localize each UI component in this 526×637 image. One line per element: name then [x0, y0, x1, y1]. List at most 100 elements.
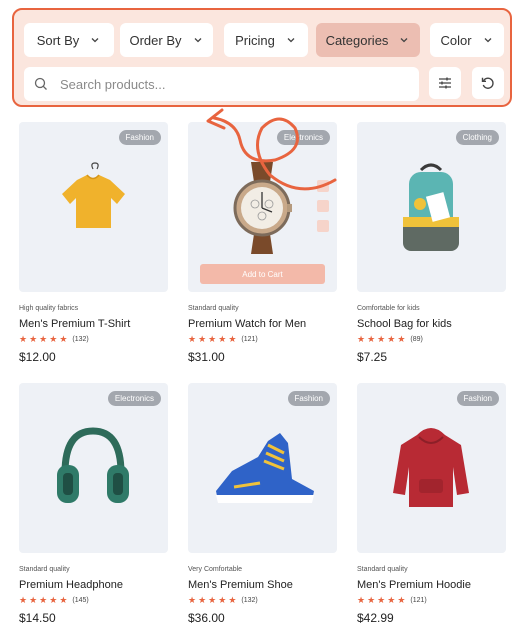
product-name[interactable]: Premium Headphone	[19, 579, 168, 591]
star-icon: ★	[59, 334, 68, 344]
star-icon: ★	[357, 595, 366, 605]
category-badge: Electronics	[107, 391, 161, 406]
product-image[interactable]: Clothing	[357, 122, 506, 292]
hoodie-image	[393, 428, 469, 507]
product-image[interactable]: Electronics	[19, 383, 168, 553]
star-icon: ★	[218, 334, 227, 344]
filter-panel: Sort By Order By Pricing Categories Colo…	[12, 8, 512, 107]
star-icon: ★	[19, 595, 28, 605]
product-rating: ★ ★ ★ ★ ★ (145)	[19, 596, 168, 605]
sort-by-dropdown[interactable]: Sort By	[24, 23, 114, 57]
category-badge: Fashion	[287, 391, 330, 406]
product-name[interactable]: Premium Watch for Men	[188, 318, 337, 330]
star-icon: ★	[387, 334, 396, 344]
star-icon: ★	[49, 595, 58, 605]
star-icon: ★	[59, 595, 68, 605]
product-rating: ★ ★ ★ ★ ★ (121)	[188, 335, 337, 344]
product-price: $31.00	[188, 350, 225, 364]
category-badge: Fashion	[456, 391, 499, 406]
product-subtitle: Standard quality	[357, 566, 408, 573]
star-icon: ★	[387, 595, 396, 605]
product-price: $36.00	[188, 611, 225, 625]
star-icon: ★	[367, 334, 376, 344]
star-icon: ★	[377, 334, 386, 344]
shoe-image	[216, 433, 314, 503]
review-count: (121)	[241, 336, 258, 343]
product-image[interactable]: Fashion	[188, 383, 337, 553]
product-rating: ★ ★ ★ ★ ★ (132)	[188, 596, 337, 605]
product-image[interactable]: Fashion	[357, 383, 506, 553]
categories-label: Categories	[325, 32, 389, 48]
star-icon: ★	[39, 595, 48, 605]
quick-actions	[317, 180, 329, 232]
star-icon: ★	[228, 334, 237, 344]
product-price: $14.50	[19, 611, 56, 625]
tshirt-image	[62, 162, 125, 228]
product-price: $42.99	[357, 611, 394, 625]
color-dropdown[interactable]: Color	[430, 23, 504, 57]
pricing-dropdown[interactable]: Pricing	[224, 23, 308, 57]
product-card[interactable]: Clothing Comfortable for kids School Bag…	[357, 122, 506, 364]
sort-by-label: Sort By	[36, 32, 80, 48]
wishlist-icon[interactable]	[317, 180, 329, 192]
product-card[interactable]: Electronics Standard quality Premium Hea…	[19, 383, 168, 625]
chevron-down-icon	[400, 38, 408, 43]
product-card[interactable]: Fashion Standard quality Men's Premium H…	[357, 383, 506, 625]
star-icon: ★	[39, 334, 48, 344]
sliders-icon	[439, 77, 451, 89]
product-subtitle: Standard quality	[188, 305, 239, 312]
star-icon: ★	[377, 595, 386, 605]
product-card[interactable]: Fashion High quality fabrics Men's Premi…	[19, 122, 168, 364]
compare-icon[interactable]	[317, 200, 329, 212]
product-card[interactable]: Electronics Add to Cart Standard quality…	[188, 122, 337, 364]
product-price: $12.00	[19, 350, 56, 364]
product-card[interactable]: Fashion Very Comfortable Men's Premium S…	[188, 383, 337, 625]
star-icon: ★	[397, 334, 406, 344]
star-icon: ★	[19, 334, 28, 344]
star-icon: ★	[228, 595, 237, 605]
category-badge: Fashion	[118, 130, 161, 145]
product-name[interactable]: Men's Premium T-Shirt	[19, 318, 168, 330]
star-icon: ★	[29, 595, 38, 605]
product-subtitle: High quality fabrics	[19, 305, 79, 312]
backpack-image	[403, 163, 459, 251]
review-count: (132)	[72, 336, 89, 343]
add-to-cart-button[interactable]: Add to Cart	[200, 264, 325, 284]
star-icon: ★	[367, 595, 376, 605]
headphone-image	[57, 427, 129, 503]
product-subtitle: Standard quality	[19, 566, 70, 573]
product-name[interactable]: Men's Premium Shoe	[188, 579, 337, 591]
star-icon: ★	[198, 595, 207, 605]
review-count: (132)	[241, 597, 258, 604]
order-by-label: Order By	[129, 32, 182, 48]
color-label: Color	[440, 32, 472, 48]
star-icon: ★	[198, 334, 207, 344]
chevron-down-icon	[194, 38, 201, 43]
product-rating: ★ ★ ★ ★ ★ (132)	[19, 335, 168, 344]
product-name[interactable]: School Bag for kids	[357, 318, 506, 330]
categories-dropdown[interactable]: Categories	[316, 23, 420, 57]
star-icon: ★	[208, 595, 217, 605]
star-icon: ★	[357, 334, 366, 344]
star-icon: ★	[188, 334, 197, 344]
product-image[interactable]: Fashion	[19, 122, 168, 292]
order-by-dropdown[interactable]: Order By	[120, 23, 213, 57]
filter-settings-button[interactable]	[429, 67, 461, 99]
review-count: (121)	[410, 597, 427, 604]
search-bar[interactable]	[24, 67, 419, 101]
pricing-label: Pricing	[235, 32, 275, 48]
star-icon: ★	[208, 334, 217, 344]
product-subtitle: Comfortable for kids	[357, 305, 420, 312]
chevron-down-icon	[484, 38, 491, 43]
view-icon[interactable]	[317, 220, 329, 232]
reset-button[interactable]	[472, 67, 504, 99]
chevron-down-icon	[287, 38, 295, 43]
chevron-down-icon	[91, 38, 99, 43]
star-icon: ★	[397, 595, 406, 605]
search-input[interactable]	[58, 75, 392, 93]
category-badge: Clothing	[455, 130, 499, 145]
product-image[interactable]: Electronics Add to Cart	[188, 122, 337, 292]
product-name[interactable]: Men's Premium Hoodie	[357, 579, 506, 591]
product-subtitle: Very Comfortable	[188, 566, 243, 573]
refresh-icon	[481, 77, 494, 89]
